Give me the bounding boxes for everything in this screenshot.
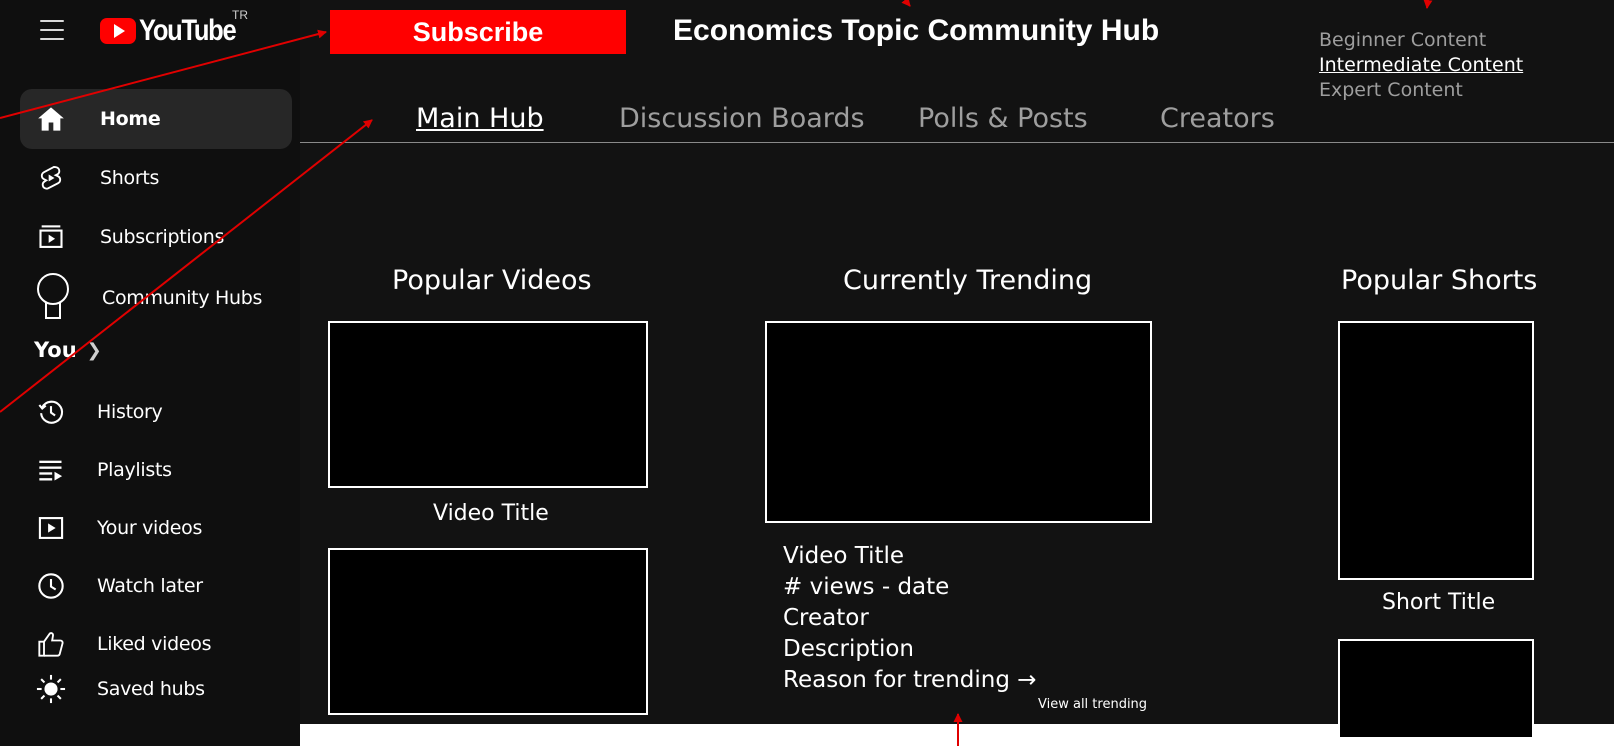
sidebar-item-saved-hubs[interactable]: Saved hubs xyxy=(20,659,292,719)
subscribe-button[interactable]: Subscribe xyxy=(330,10,626,54)
sidebar-item-label: Your videos xyxy=(97,517,203,539)
youtube-play-icon xyxy=(100,18,136,44)
sidebar-item-label: Shorts xyxy=(100,167,160,189)
popular-videos-heading: Popular Videos xyxy=(392,265,592,296)
sidebar-item-label: Home xyxy=(100,108,161,130)
sun-icon xyxy=(36,674,66,704)
trending-heading: Currently Trending xyxy=(843,265,1093,296)
sidebar-item-label: Community Hubs xyxy=(102,287,263,309)
logo-wordmark: YouTube xyxy=(139,14,237,47)
sidebar-item-shorts[interactable]: Shorts xyxy=(20,148,292,208)
hub-tabs: Main Hub Discussion Boards Polls & Posts… xyxy=(300,100,1614,143)
trending-creator[interactable]: Creator xyxy=(783,603,1037,634)
tab-polls-posts[interactable]: Polls & Posts xyxy=(918,103,1088,134)
home-icon xyxy=(36,104,66,134)
sidebar-item-label: History xyxy=(97,401,163,423)
trending-description: Description xyxy=(783,636,914,662)
lightbulb-icon xyxy=(34,273,72,320)
sidebar-item-watch-later[interactable]: Watch later xyxy=(20,556,292,616)
level-option-beginner[interactable]: Beginner Content xyxy=(1319,28,1523,53)
you-label: You xyxy=(34,338,77,362)
shorts-icon xyxy=(36,163,66,193)
video-title[interactable]: Video Title xyxy=(433,501,549,526)
sidebar-item-playlists[interactable]: Playlists xyxy=(20,440,292,500)
content-level-selector: Beginner Content Intermediate Content Ex… xyxy=(1319,28,1523,103)
sidebar-item-your-videos[interactable]: Your videos xyxy=(20,498,292,558)
sidebar-item-home[interactable]: Home xyxy=(20,89,292,149)
tab-creators[interactable]: Creators xyxy=(1160,103,1275,134)
level-option-intermediate[interactable]: Intermediate Content xyxy=(1319,53,1523,78)
sidebar: YouTube TR Home Shorts Subscriptions Com… xyxy=(0,0,300,746)
popular-shorts-heading: Popular Shorts xyxy=(1341,265,1538,296)
trending-reason[interactable]: Reason for trending → xyxy=(783,665,1037,696)
hub-main: Subscribe Economics Topic Community Hub … xyxy=(300,0,1614,739)
tab-main-hub[interactable]: Main Hub xyxy=(416,103,544,134)
short-thumbnail[interactable] xyxy=(1338,639,1534,739)
sidebar-item-label: Liked videos xyxy=(97,633,212,655)
page-title: Economics Topic Community Hub xyxy=(673,14,1160,47)
trending-views-date: # views - date xyxy=(783,574,950,600)
trending-video-title[interactable]: Video Title xyxy=(783,541,1037,572)
trending-video-thumbnail[interactable] xyxy=(765,321,1152,523)
playlists-icon xyxy=(36,455,66,485)
view-all-trending-link[interactable]: View all trending xyxy=(1038,697,1147,712)
clock-icon xyxy=(36,571,66,601)
tab-discussion-boards[interactable]: Discussion Boards xyxy=(619,103,865,134)
sidebar-item-label: Saved hubs xyxy=(97,678,205,700)
country-code: TR xyxy=(232,8,248,22)
your-videos-icon xyxy=(36,513,66,543)
sidebar-item-label: Watch later xyxy=(97,575,203,597)
sidebar-item-history[interactable]: History xyxy=(20,382,292,442)
sidebar-item-label: Subscriptions xyxy=(100,226,225,248)
short-title[interactable]: Short Title xyxy=(1382,590,1495,615)
history-icon xyxy=(36,397,66,427)
sidebar-item-subscriptions[interactable]: Subscriptions xyxy=(20,207,292,267)
short-thumbnail[interactable] xyxy=(1338,321,1534,580)
thumbs-up-icon xyxy=(36,629,66,659)
chevron-right-icon: ❯ xyxy=(86,339,102,361)
subscriptions-icon xyxy=(36,222,66,252)
menu-icon[interactable] xyxy=(40,20,64,40)
you-section-header[interactable]: You ❯ xyxy=(34,338,102,362)
wireframe-frame: YouTube TR Home Shorts Subscriptions Com… xyxy=(0,0,1614,746)
youtube-logo[interactable]: YouTube TR xyxy=(100,8,252,48)
sidebar-item-label: Playlists xyxy=(97,459,172,481)
sidebar-item-community-hubs[interactable]: Community Hubs xyxy=(20,268,292,328)
trending-video-info: Video Title # views - date Creator Descr… xyxy=(783,541,1037,696)
video-thumbnail[interactable] xyxy=(328,321,648,488)
video-thumbnail[interactable] xyxy=(328,548,648,715)
